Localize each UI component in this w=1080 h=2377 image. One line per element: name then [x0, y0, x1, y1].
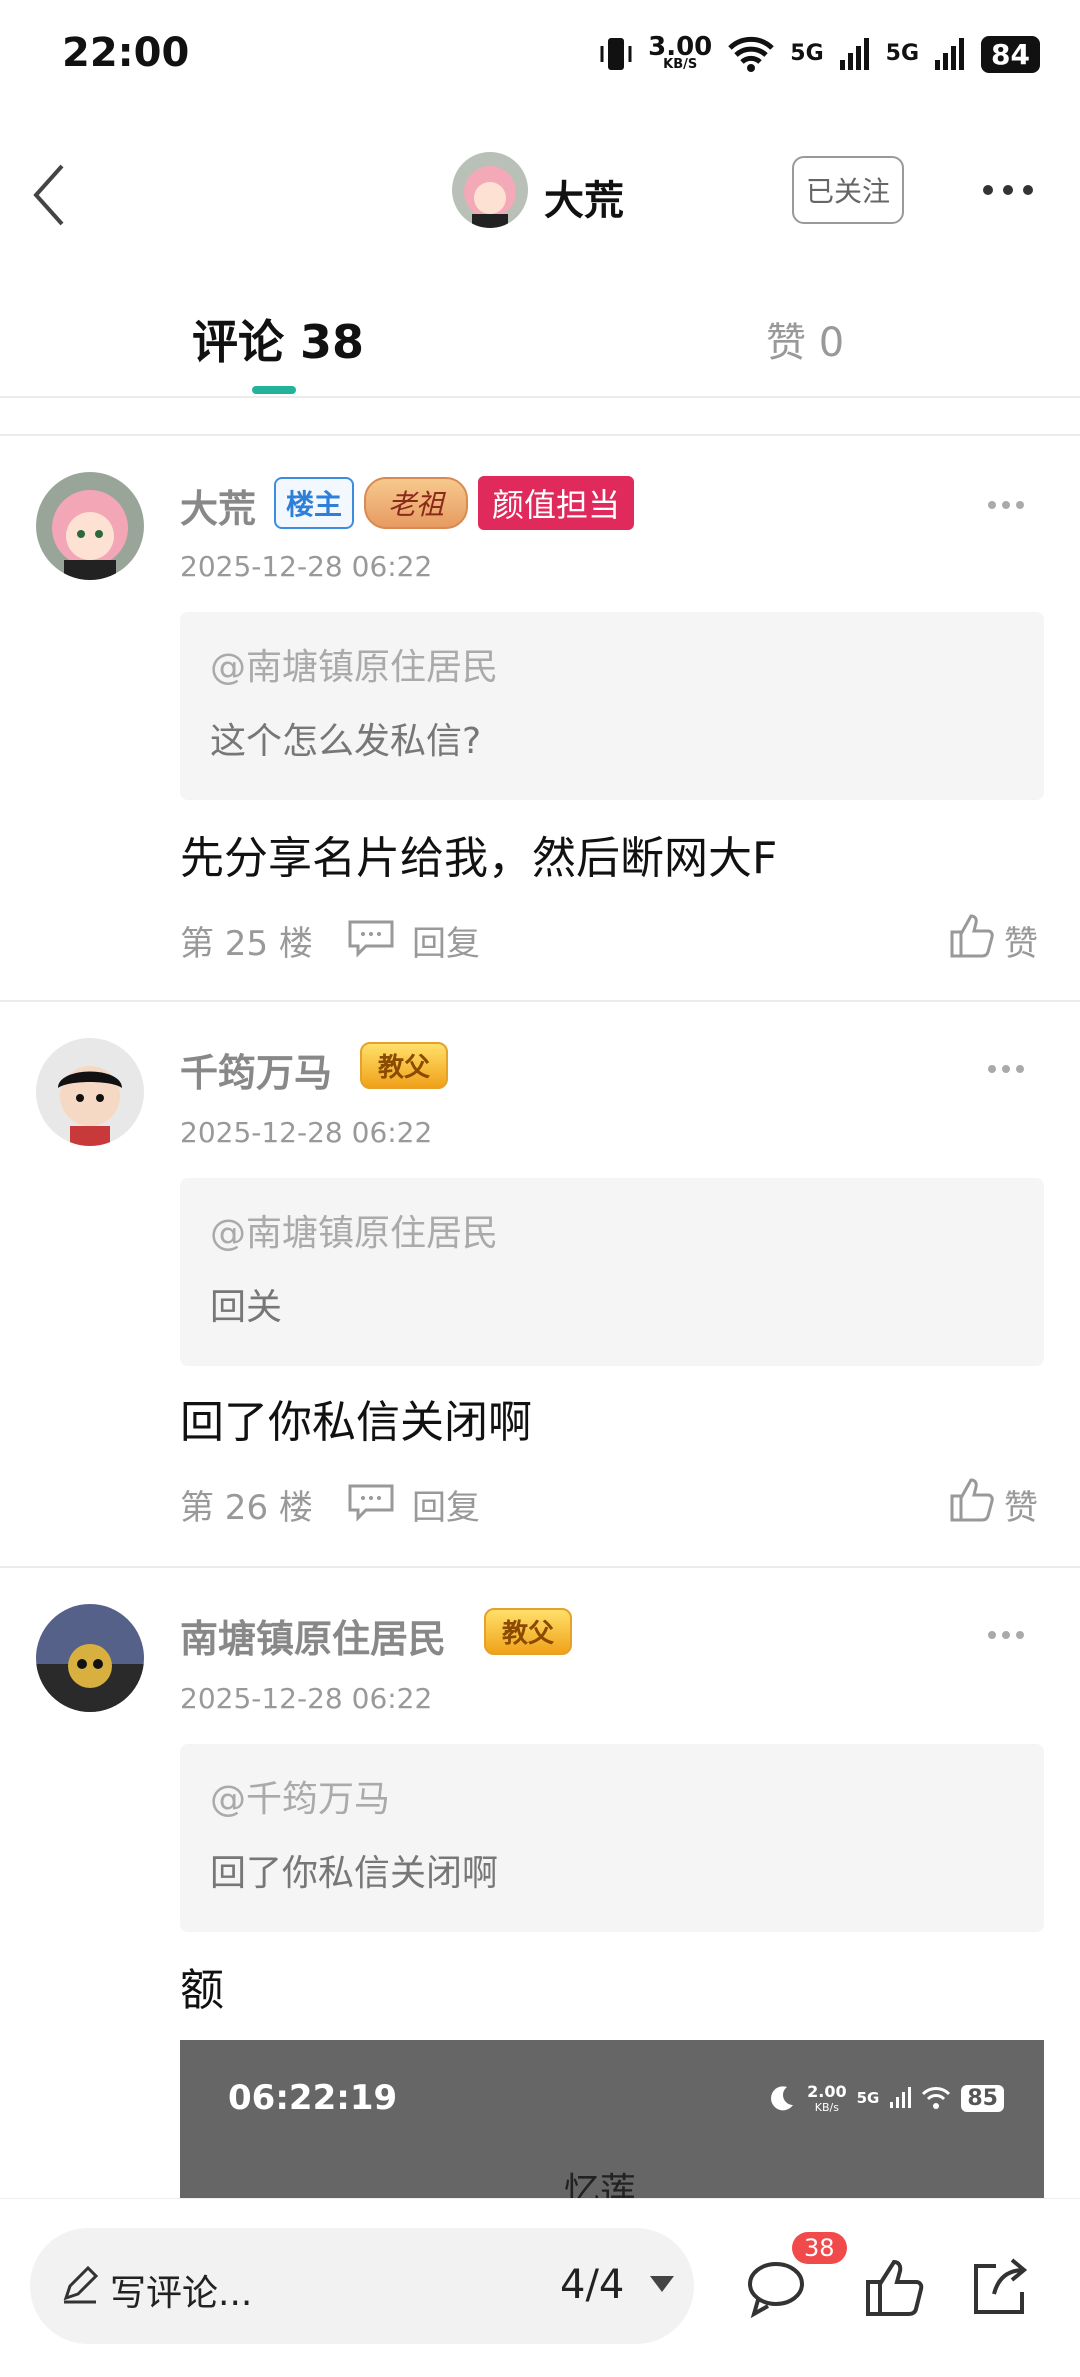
share-icon [974, 2258, 1028, 2314]
signal-icon [890, 2087, 912, 2108]
thumbs-up-icon [866, 2259, 924, 2316]
wifi-icon [728, 36, 775, 72]
header-avatar[interactable] [452, 152, 528, 228]
quote-text: 回关 [210, 1287, 283, 1328]
floor-number: 第 25 楼 [180, 924, 313, 964]
like-label[interactable]: 赞 [1004, 1480, 1038, 1529]
comment-more-button[interactable] [986, 496, 1026, 509]
network-speed: 3.00 [648, 32, 713, 62]
more-options-button[interactable] [980, 170, 1036, 210]
tab-comments[interactable]: 评论 38 [192, 306, 364, 372]
comment-author[interactable]: 大荒 [180, 478, 256, 533]
network-type-1: 5G [790, 41, 824, 66]
reply-button[interactable]: 回复 [412, 1480, 480, 1529]
thumbs-up-icon [950, 914, 994, 958]
more-horizontal-icon [988, 501, 1024, 509]
signal-icon [839, 38, 869, 70]
comment-time: 2025-12-28 06:22 [180, 1682, 433, 1715]
tab-active-indicator [252, 386, 296, 394]
more-horizontal-icon [983, 185, 1033, 195]
share-button[interactable] [966, 2256, 1030, 2320]
image-speed: 2.00 [807, 2082, 847, 2101]
comment-more-button[interactable] [986, 1060, 1026, 1073]
comment-time: 2025-12-28 06:22 [180, 1116, 433, 1149]
status-icons: 3.00 KB/S 5G 5G 84 [598, 34, 1040, 74]
comment-input-placeholder[interactable]: 写评论... [110, 2264, 252, 2316]
badge-father: 教父 [484, 1608, 573, 1655]
quote-mention: @南塘镇原住居民 [210, 647, 499, 688]
page-indicator[interactable]: 4/4 [560, 2262, 624, 2308]
image-status-icons: 2.00 KB/s 5G 85 [767, 2082, 1004, 2114]
like-button[interactable] [948, 912, 996, 960]
chat-bubble-icon [348, 1484, 394, 1522]
back-button[interactable] [26, 160, 76, 230]
comment-more-button[interactable] [986, 1626, 1026, 1639]
like-button[interactable] [948, 1476, 996, 1524]
reply-icon[interactable] [346, 1482, 396, 1522]
more-horizontal-icon [988, 1065, 1024, 1073]
thumbs-up-icon [950, 1478, 994, 1522]
network-type-2: 5G [885, 41, 920, 66]
caret-down-icon[interactable] [648, 2274, 676, 2294]
avatar-image [36, 1604, 144, 1712]
tab-likes[interactable]: 赞 0 [766, 310, 844, 368]
badge-father: 教父 [360, 1042, 449, 1089]
header-title: 大荒 [544, 178, 624, 224]
avatar[interactable] [36, 1604, 144, 1712]
vibrate-icon [600, 38, 632, 70]
avatar[interactable] [36, 1038, 144, 1146]
quoted-reply[interactable]: @南塘镇原住居民 回关 [180, 1178, 1044, 1366]
like-post-button[interactable] [862, 2256, 926, 2320]
pencil-icon [60, 2264, 100, 2304]
badge-elder: 老祖 [364, 477, 469, 529]
comment-image[interactable]: 06:22:19 2.00 KB/s 5G 85 忆莲 [180, 2040, 1044, 2200]
avatar-image [36, 1038, 144, 1146]
comment-time: 2025-12-28 06:22 [180, 550, 433, 583]
quoted-reply[interactable]: @南塘镇原住居民 这个怎么发私信? [180, 612, 1044, 800]
chat-bubble-icon [348, 920, 394, 958]
battery-indicator: 84 [981, 35, 1040, 73]
avatar[interactable] [36, 472, 144, 580]
floor-number: 第 26 楼 [180, 1488, 313, 1528]
like-label[interactable]: 赞 [1004, 916, 1038, 965]
avatar-image [36, 472, 144, 580]
quote-text: 这个怎么发私信? [210, 721, 482, 762]
comments-button[interactable] [744, 2256, 808, 2320]
signal-icon-2 [935, 38, 965, 70]
wifi-icon [922, 2087, 951, 2109]
comment-content: 额 [180, 1965, 224, 2016]
image-status-time: 06:22:19 [228, 2078, 398, 2118]
badge-owner: 楼主 [274, 477, 355, 529]
reply-button[interactable]: 回复 [412, 916, 480, 965]
network-speed-unit: KB/S [663, 57, 698, 72]
badge-group: 楼主 老祖 颜值担当 [274, 476, 635, 530]
status-time: 22:00 [62, 30, 190, 76]
comment-author[interactable]: 千筠万马 [180, 1042, 332, 1097]
tabs-divider [0, 396, 1080, 398]
image-battery: 85 [961, 2084, 1004, 2112]
follow-button[interactable]: 已关注 [792, 156, 904, 224]
quote-mention: @南塘镇原住居民 [210, 1213, 499, 1254]
quote-text: 回了你私信关闭啊 [210, 1853, 499, 1894]
chat-bubble-icon [748, 2262, 804, 2319]
quoted-reply[interactable]: @千筠万马 回了你私信关闭啊 [180, 1744, 1044, 1932]
comment-item: 大荒 楼主 老祖 颜值担当 2025-12-28 06:22 @南塘镇原住居民 … [0, 436, 1080, 1000]
quote-mention: @千筠万马 [210, 1779, 391, 1820]
comment-content: 回了你私信关闭啊 [180, 1397, 532, 1448]
image-title: 忆莲 [564, 2171, 637, 2200]
badge-group: 教父 [360, 1042, 449, 1089]
moon-icon [771, 2086, 794, 2111]
image-network: 5G [856, 2089, 880, 2107]
comment-author[interactable]: 南塘镇原住居民 [180, 1608, 446, 1663]
badge-looks: 颜值担当 [478, 476, 635, 530]
comment-content: 先分享名片给我，然后断网大F [180, 833, 778, 884]
reply-icon[interactable] [346, 918, 396, 958]
badge-group: 教父 [484, 1608, 573, 1655]
comment-item: 千筠万马 教父 2025-12-28 06:22 @南塘镇原住居民 回关 回了你… [0, 1002, 1080, 1566]
image-speed-unit: KB/s [814, 2101, 839, 2114]
more-horizontal-icon [988, 1631, 1024, 1639]
avatar-image [452, 152, 528, 228]
chevron-left-icon [33, 164, 64, 226]
comment-count-badge: 38 [792, 2232, 847, 2264]
